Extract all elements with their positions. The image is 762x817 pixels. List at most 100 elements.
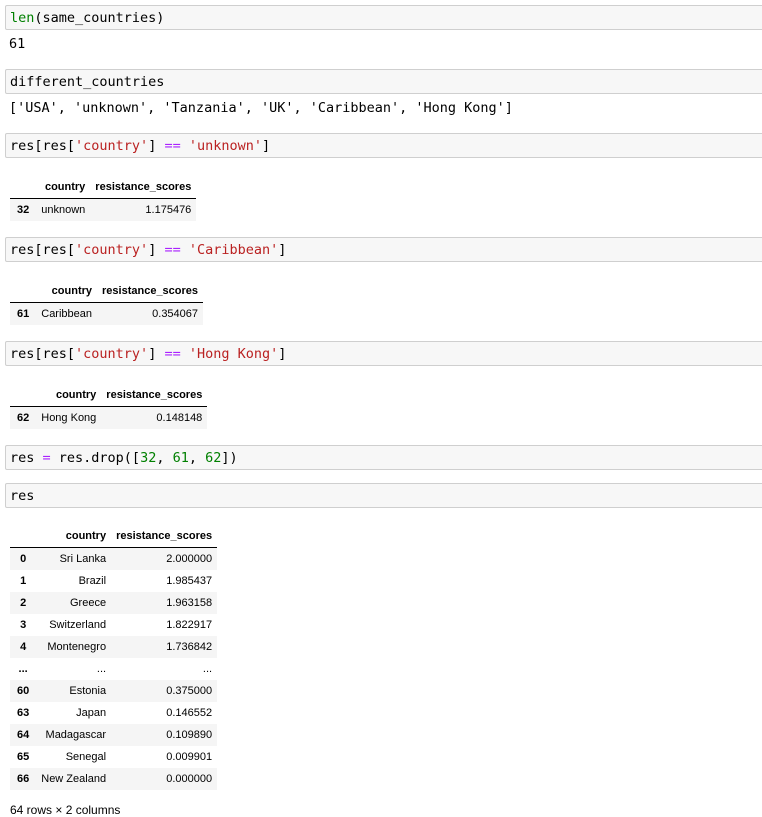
table-row: 60 Estonia 0.375000 bbox=[10, 680, 218, 702]
column-header: resistance_scores bbox=[116, 530, 213, 542]
country-cell: Japan bbox=[76, 707, 107, 719]
code-token: res.drop([ bbox=[50, 450, 141, 466]
code-token: ] bbox=[148, 242, 165, 258]
table-row: 32 unknown 1.175476 bbox=[10, 198, 197, 221]
country-cell: Estonia bbox=[69, 685, 107, 697]
index-header bbox=[10, 176, 36, 199]
table-row: 61 Caribbean 0.354067 bbox=[10, 302, 204, 325]
code-token: ] bbox=[262, 138, 271, 154]
code-token: ] bbox=[148, 346, 165, 362]
output-1: 61 bbox=[9, 36, 26, 52]
country-cell: ... bbox=[96, 663, 107, 675]
score-cell: 0.354067 bbox=[152, 308, 199, 320]
code-token: 62 bbox=[205, 450, 222, 466]
row-index: 3 bbox=[20, 619, 27, 631]
code-cell-4[interactable]: res[res['country'] == 'Caribbean'] bbox=[5, 237, 762, 262]
code-token: res[res[ bbox=[10, 242, 76, 258]
score-cell: 0.146552 bbox=[166, 707, 213, 719]
row-index: 2 bbox=[20, 597, 27, 609]
column-header: resistance_scores bbox=[95, 181, 192, 193]
row-index: 60 bbox=[17, 685, 30, 697]
country-cell: Greece bbox=[70, 597, 107, 609]
score-cell: 1.175476 bbox=[145, 204, 192, 216]
code-token: (same_countries) bbox=[34, 10, 165, 26]
row-index: 66 bbox=[17, 773, 30, 785]
table-row: 65 Senegal 0.009901 bbox=[10, 746, 217, 768]
code-token: 'Hong Kong' bbox=[180, 346, 279, 362]
column-header: country bbox=[51, 285, 93, 297]
code-cell-1[interactable]: len(same_countries) bbox=[5, 5, 762, 30]
country-cell: New Zealand bbox=[41, 773, 107, 785]
row-index: ... bbox=[18, 663, 28, 675]
table-row: ......... bbox=[10, 658, 217, 680]
column-header: country bbox=[65, 530, 107, 542]
country-cell: Senegal bbox=[65, 751, 107, 763]
column-header: country bbox=[55, 389, 97, 401]
code-token: different_countries bbox=[10, 74, 165, 90]
code-token: 'country' bbox=[75, 346, 149, 362]
header-row: country resistance_scores bbox=[10, 384, 208, 407]
table-row: 2 Greece 1.963158 bbox=[10, 592, 218, 614]
score-cell: ... bbox=[202, 663, 213, 675]
table-row: 3 Switzerland 1.822917 bbox=[10, 614, 217, 636]
score-cell: 1.736842 bbox=[166, 641, 213, 653]
table-row: 1 Brazil 1.985437 bbox=[10, 570, 217, 592]
row-index: 4 bbox=[20, 641, 27, 653]
country-cell: Switzerland bbox=[49, 619, 107, 631]
score-cell: 0.109890 bbox=[166, 729, 213, 741]
country-cell: Brazil bbox=[78, 575, 107, 587]
header-row: country resistance_scores bbox=[10, 280, 204, 303]
country-cell: Caribbean bbox=[41, 308, 93, 320]
code-token: 'country' bbox=[75, 242, 149, 258]
row-index: 1 bbox=[20, 575, 27, 587]
score-cell: 2.000000 bbox=[166, 553, 213, 565]
row-index: 63 bbox=[17, 707, 30, 719]
row-index: 62 bbox=[17, 412, 30, 424]
code-token: 61 bbox=[172, 450, 189, 466]
code-token: == bbox=[164, 138, 181, 154]
table-row: 62 Hong Kong 0.148148 bbox=[10, 406, 208, 429]
table-caribbean: country resistance_scores 61 Caribbean 0.354… bbox=[10, 280, 204, 325]
code-token: len bbox=[10, 10, 35, 26]
row-index: 32 bbox=[17, 204, 30, 216]
score-cell: 1.985437 bbox=[166, 575, 213, 587]
code-cell-2[interactable]: different_countries bbox=[5, 69, 762, 94]
score-cell: 0.148148 bbox=[156, 412, 203, 424]
index-header bbox=[10, 525, 36, 548]
code-token: 'country' bbox=[75, 138, 149, 154]
row-index: 0 bbox=[20, 553, 27, 565]
code-token: res bbox=[10, 450, 43, 466]
code-token: res[res[ bbox=[10, 346, 76, 362]
header-row: country resistance_scores bbox=[10, 176, 197, 199]
code-cell-7[interactable]: res bbox=[5, 483, 762, 508]
country-cell: unknown bbox=[41, 204, 86, 216]
code-token: ]) bbox=[221, 450, 238, 466]
index-header bbox=[10, 280, 36, 303]
table-row: 4 Montenegro 1.736842 bbox=[10, 636, 218, 658]
code-token: res[res[ bbox=[10, 138, 76, 154]
row-index: 65 bbox=[17, 751, 30, 763]
code-token: ] bbox=[278, 242, 287, 258]
country-cell: Sri Lanka bbox=[59, 553, 107, 565]
header-row: country resistance_scores bbox=[10, 525, 218, 548]
table-shape-footer: 64 rows × 2 columns bbox=[10, 803, 121, 817]
code-token: 'Caribbean' bbox=[180, 242, 279, 258]
code-token: == bbox=[164, 346, 181, 362]
column-header: resistance_scores bbox=[102, 285, 199, 297]
country-cell: Hong Kong bbox=[41, 412, 97, 424]
code-cell-5[interactable]: res[res['country'] == 'Hong Kong'] bbox=[5, 341, 762, 366]
code-token: == bbox=[164, 242, 181, 258]
code-cell-6[interactable]: res = res.drop([32, 61, 62]) bbox=[5, 445, 762, 470]
column-header: country bbox=[44, 181, 86, 193]
score-cell: 1.963158 bbox=[166, 597, 213, 609]
table-hongkong: country resistance_scores 62 Hong Kong 0.148… bbox=[10, 384, 208, 429]
score-cell: 1.822917 bbox=[166, 619, 213, 631]
code-token: 32 bbox=[140, 450, 157, 466]
code-token: = bbox=[42, 450, 51, 466]
code-cell-3[interactable]: res[res['country'] == 'unknown'] bbox=[5, 133, 762, 158]
code-token: res bbox=[10, 488, 35, 504]
code-token: , bbox=[188, 450, 206, 466]
table-row: 0 Sri Lanka 2.000000 bbox=[10, 547, 218, 570]
score-cell: 0.375000 bbox=[166, 685, 213, 697]
table-res: country resistance_scores 0 Sri Lanka 2.0000… bbox=[10, 525, 218, 790]
